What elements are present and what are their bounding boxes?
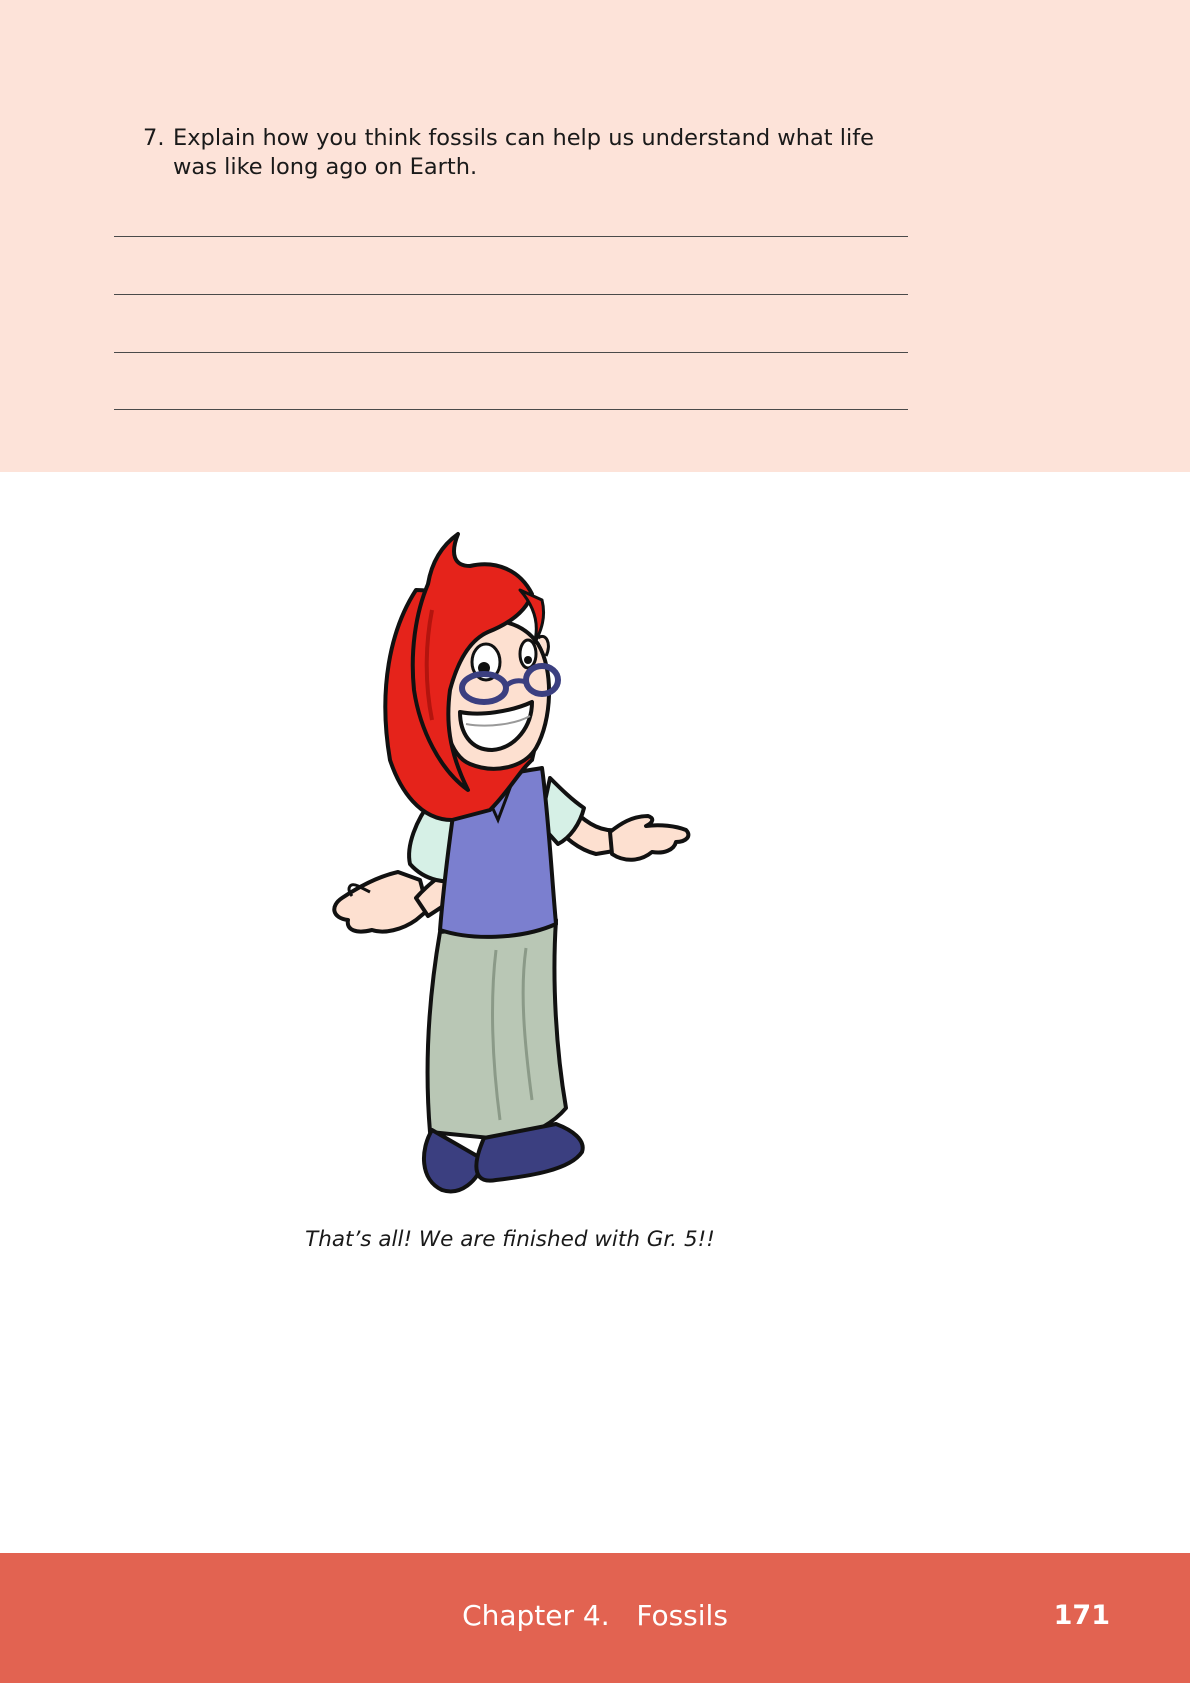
answer-line-3[interactable]	[114, 352, 908, 353]
chapter-title: Chapter 4. Fossils	[462, 1599, 728, 1632]
answer-line-4[interactable]	[114, 409, 908, 410]
question-number: 7.	[143, 125, 165, 151]
page-number: 171	[1053, 1600, 1110, 1631]
answer-line-2[interactable]	[114, 294, 908, 295]
caption: That’s all! We are finished with Gr. 5!!	[305, 1227, 715, 1252]
character-illustration	[320, 520, 710, 1200]
question-7: 7. Explain how you think fossils can hel…	[143, 124, 913, 182]
page-footer: Chapter 4. Fossils 171	[0, 1553, 1190, 1683]
question-text: Explain how you think fossils can help u…	[173, 125, 874, 180]
answer-line-1[interactable]	[114, 236, 908, 237]
question-panel: 7. Explain how you think fossils can hel…	[0, 0, 1190, 472]
